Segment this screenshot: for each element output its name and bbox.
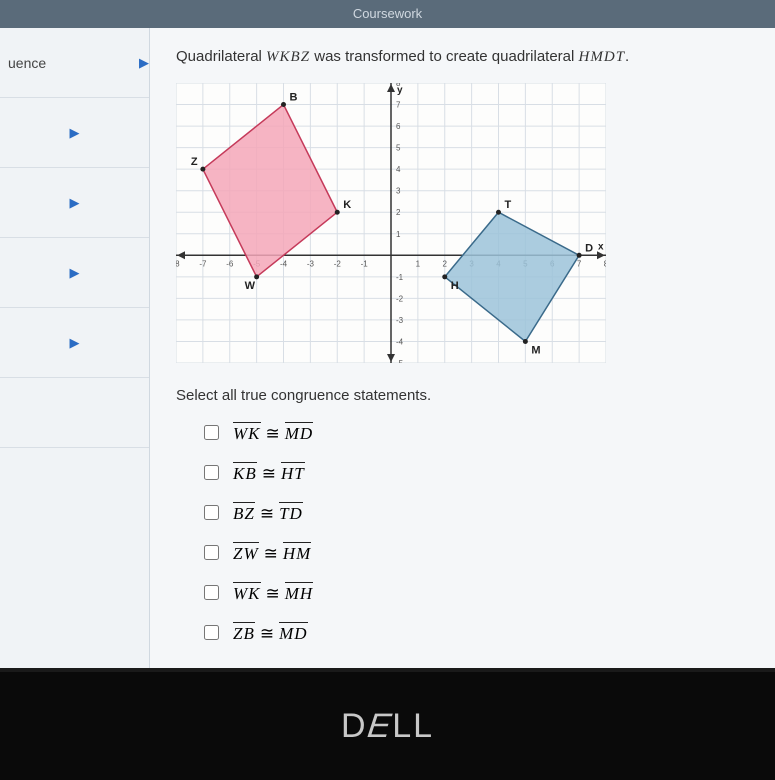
coordinate-graph: -8-7-6-5-4-3-2-112345678-5-4-3-2-1123456…	[176, 83, 606, 363]
congruent-symbol: ≅	[266, 584, 280, 603]
option-expression: WK ≅ MH	[233, 582, 313, 604]
svg-text:1: 1	[416, 259, 421, 268]
congruent-symbol: ≅	[260, 504, 274, 523]
chevron-right-icon: ▶	[139, 55, 149, 71]
sidebar-item-label: uence	[8, 55, 46, 71]
question-prompt: Quadrilateral WKBZ was transformed to cr…	[176, 46, 749, 69]
segment-lhs: KB	[233, 462, 257, 484]
workspace: uence ▶ ▶ ▶ ▶ ▶ Quadrilateral WKBZ was t…	[0, 28, 775, 668]
congruent-symbol: ≅	[262, 464, 276, 483]
prompt-text: Quadrilateral	[176, 48, 266, 65]
segment-rhs: MD	[285, 422, 313, 444]
graph-svg: -8-7-6-5-4-3-2-112345678-5-4-3-2-1123456…	[176, 83, 606, 363]
congruent-symbol: ≅	[264, 544, 278, 563]
svg-text:y: y	[397, 85, 403, 96]
shape2-name: HMDT	[579, 49, 626, 65]
sidebar-item-2[interactable]: ▶	[0, 168, 149, 238]
content-area: Quadrilateral WKBZ was transformed to cr…	[150, 28, 775, 668]
svg-text:x: x	[598, 241, 604, 252]
segment-lhs: WK	[233, 582, 261, 604]
sidebar-item-1[interactable]: ▶	[0, 98, 149, 168]
header-title: Coursework	[353, 6, 422, 21]
svg-text:-6: -6	[226, 259, 234, 268]
svg-text:-3: -3	[396, 315, 404, 324]
option-checkbox[interactable]	[204, 625, 219, 640]
option-checkbox[interactable]	[204, 545, 219, 560]
chevron-right-icon: ▶	[70, 265, 80, 281]
svg-text:-1: -1	[361, 259, 369, 268]
svg-text:M: M	[531, 344, 540, 356]
option-expression: KB ≅ HT	[233, 462, 305, 484]
chevron-right-icon: ▶	[70, 335, 80, 351]
sidebar: uence ▶ ▶ ▶ ▶ ▶	[0, 28, 150, 668]
option-checkbox[interactable]	[204, 465, 219, 480]
option-checkbox[interactable]	[204, 585, 219, 600]
segment-lhs: BZ	[233, 502, 255, 524]
svg-text:3: 3	[396, 186, 401, 195]
svg-text:-1: -1	[396, 272, 404, 281]
option-row: BZ ≅ TD	[204, 502, 749, 524]
svg-text:-8: -8	[176, 259, 180, 268]
option-row: WK ≅ MD	[204, 422, 749, 444]
svg-text:-2: -2	[334, 259, 342, 268]
chevron-right-icon: ▶	[70, 125, 80, 141]
shape1-name: WKBZ	[266, 49, 310, 65]
sidebar-item-0[interactable]: uence ▶	[0, 28, 149, 98]
svg-text:2: 2	[396, 208, 401, 217]
sidebar-item-3[interactable]: ▶	[0, 238, 149, 308]
svg-text:1: 1	[396, 229, 401, 238]
option-expression: ZW ≅ HM	[233, 542, 311, 564]
svg-text:7: 7	[577, 259, 582, 268]
segment-rhs: MD	[279, 622, 307, 644]
instruction-text: Select all true congruence statements.	[176, 387, 749, 404]
segment-rhs: HM	[283, 542, 311, 564]
sidebar-item-4[interactable]: ▶	[0, 308, 149, 378]
option-row: KB ≅ HT	[204, 462, 749, 484]
segment-rhs: MH	[285, 582, 313, 604]
laptop-bezel: DELL	[0, 668, 775, 780]
svg-text:2: 2	[443, 259, 448, 268]
segment-rhs: HT	[281, 462, 305, 484]
option-row: ZW ≅ HM	[204, 542, 749, 564]
option-checkbox[interactable]	[204, 505, 219, 520]
svg-text:B: B	[290, 91, 298, 103]
congruent-symbol: ≅	[266, 424, 280, 443]
option-expression: ZB ≅ MD	[233, 622, 308, 644]
svg-text:-7: -7	[199, 259, 207, 268]
svg-text:7: 7	[396, 100, 401, 109]
option-expression: WK ≅ MD	[233, 422, 313, 444]
sidebar-item-5[interactable]	[0, 378, 149, 448]
svg-text:H: H	[451, 279, 459, 291]
option-row: ZB ≅ MD	[204, 622, 749, 644]
svg-text:T: T	[505, 199, 512, 211]
svg-text:-4: -4	[280, 259, 288, 268]
svg-text:K: K	[343, 199, 351, 211]
svg-text:8: 8	[604, 259, 606, 268]
option-expression: BZ ≅ TD	[233, 502, 303, 524]
congruent-symbol: ≅	[260, 624, 274, 643]
segment-lhs: ZW	[233, 542, 259, 564]
chevron-right-icon: ▶	[70, 195, 80, 211]
brand-logo: DELL	[341, 707, 434, 746]
app-header: Coursework	[0, 0, 775, 28]
svg-text:4: 4	[396, 165, 401, 174]
segment-rhs: TD	[279, 502, 303, 524]
svg-text:-4: -4	[396, 337, 404, 346]
segment-lhs: ZB	[233, 622, 255, 644]
option-checkbox[interactable]	[204, 425, 219, 440]
svg-text:D: D	[585, 242, 593, 254]
options-list: WK≅MDKB≅HTBZ≅TDZW≅HMWK≅MHZB≅MD	[204, 422, 749, 644]
svg-text:6: 6	[396, 122, 401, 131]
svg-text:-3: -3	[307, 259, 315, 268]
prompt-text: was transformed to create quadrilateral	[310, 48, 578, 65]
svg-text:5: 5	[396, 143, 401, 152]
segment-lhs: WK	[233, 422, 261, 444]
svg-text:Z: Z	[191, 156, 198, 168]
svg-text:W: W	[245, 279, 256, 291]
svg-text:-2: -2	[396, 294, 404, 303]
option-row: WK ≅ MH	[204, 582, 749, 604]
svg-text:-5: -5	[396, 359, 404, 363]
